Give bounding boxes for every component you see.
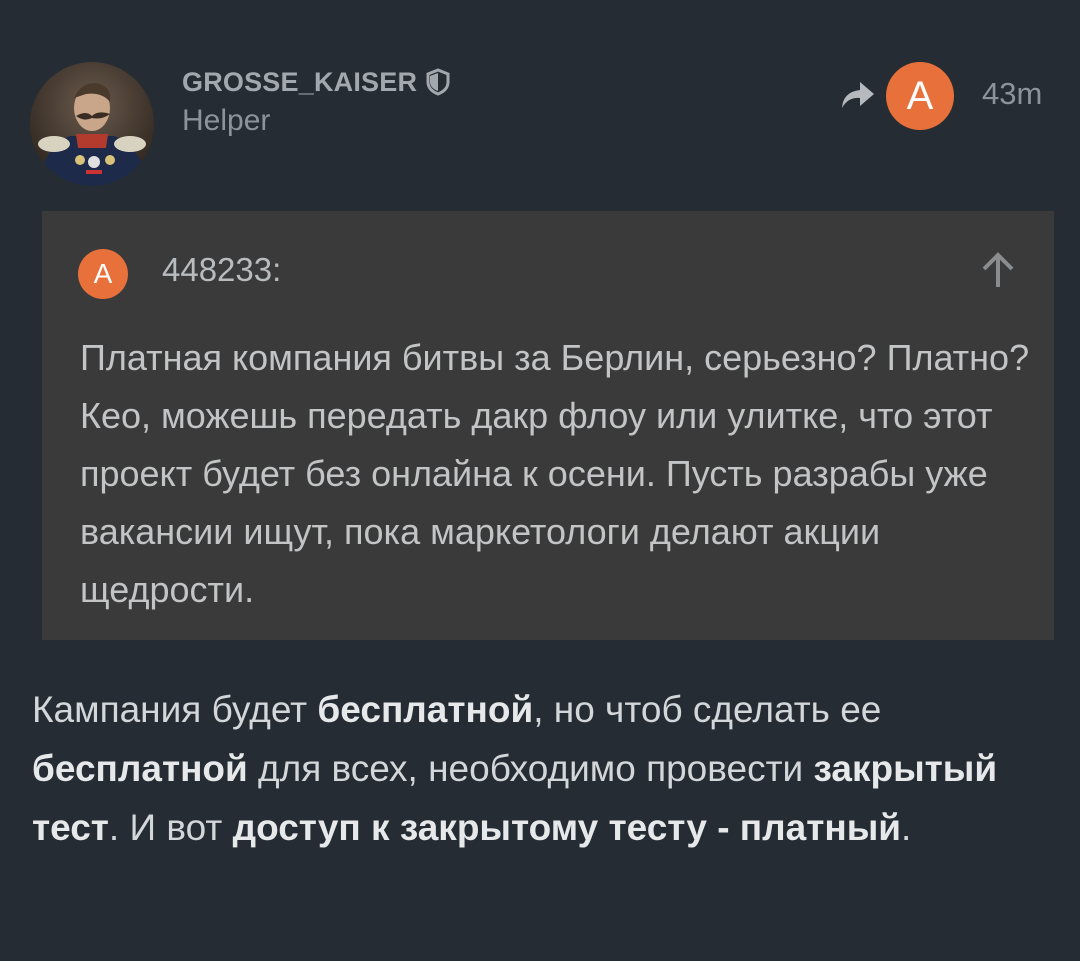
body-text-5: . (901, 807, 912, 848)
body-text-3: для всех, необходимо провести (247, 748, 814, 789)
quote-block[interactable]: A 448233: Платная компания битвы за Берл… (42, 211, 1054, 640)
body-bold-1: бесплатной (317, 689, 534, 730)
shield-icon (426, 68, 450, 96)
body-text-2: , но чтоб сделать ее (533, 689, 882, 730)
body-text-4: . И вот (108, 807, 233, 848)
body-bold-4: доступ к закрытому тесту - платный (232, 807, 902, 848)
forum-post: GROSSE_KAISER Helper A 43m A 448233: Пла… (0, 0, 1080, 961)
body-text-1: Кампания будет (32, 689, 318, 730)
quote-author-badge: A (78, 249, 128, 299)
arrow-up-icon[interactable] (978, 251, 1018, 291)
quote-text: Платная компания битвы за Берлин, серьез… (80, 337, 1030, 610)
quote-author[interactable]: 448233: (162, 251, 281, 289)
user-role: Helper (182, 104, 271, 137)
user-badge[interactable]: A (886, 62, 954, 130)
post-body: Кампания будет бесплатной, но чтоб сдела… (32, 680, 1052, 857)
timestamp: 43m (982, 76, 1043, 111)
avatar[interactable] (30, 62, 154, 186)
username[interactable]: GROSSE_KAISER (182, 67, 417, 98)
avatar-portrait-image (30, 62, 154, 186)
reply-arrow-icon[interactable] (838, 78, 878, 112)
body-bold-2: бесплатной (32, 748, 248, 789)
username-row: GROSSE_KAISER (182, 64, 451, 100)
